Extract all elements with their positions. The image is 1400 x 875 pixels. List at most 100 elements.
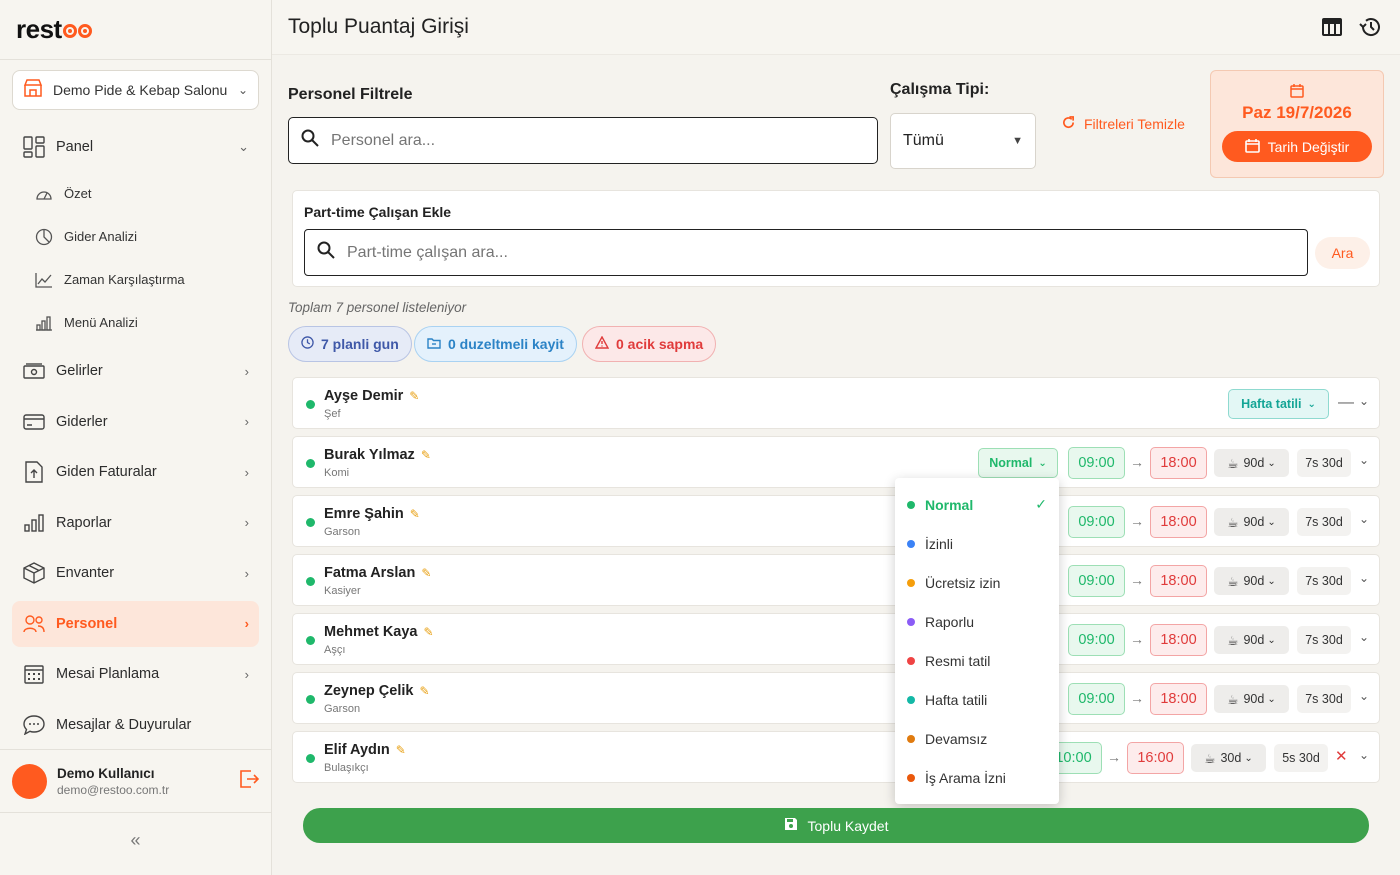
- sidebar-subitem-menu-analizi[interactable]: Menü Analizi: [12, 301, 259, 344]
- total-count: Toplam 7 personel listeleniyor: [288, 300, 467, 315]
- sidebar-item-personel[interactable]: Personel ›: [12, 600, 259, 647]
- status-dropdown[interactable]: Normal ⌄: [978, 448, 1058, 478]
- edit-pencil-icon[interactable]: ✎: [421, 566, 431, 580]
- expand-row-icon[interactable]: ⌄: [1359, 512, 1369, 526]
- status-option-raporlu[interactable]: Raporlu: [895, 602, 1059, 641]
- sidebar-item-label: Mesai Planlama: [56, 666, 160, 682]
- work-type-value: Tümü: [903, 132, 944, 149]
- edited-records-chip[interactable]: 0 duzeltmeli kayit: [414, 326, 577, 362]
- arrow-right-icon: →: [1130, 690, 1144, 706]
- edit-pencil-icon[interactable]: ✎: [396, 743, 406, 757]
- employee-name: Burak Yılmaz: [324, 447, 415, 463]
- edit-pencil-icon[interactable]: ✎: [419, 684, 429, 698]
- employee-row: Burak Yılmaz ✎ Komi Normal ⌄ 09:00 → 18:00…: [292, 436, 1380, 488]
- employee-name: Mehmet Kaya: [324, 624, 418, 640]
- break-dropdown[interactable]: ☕ 30d ⌄: [1191, 744, 1266, 772]
- active-status-dot: [306, 400, 315, 409]
- expand-row-icon[interactable]: ⌄: [1359, 748, 1369, 762]
- personnel-search-input[interactable]: [331, 131, 865, 150]
- sidebar-item-mesajlar-duyurular[interactable]: Mesajlar & Duyurular: [12, 702, 259, 748]
- employee-row: Mehmet Kaya ✎ Aşçı 09:00 → 18:00 ☕ 90d ⌄ 7s…: [292, 613, 1380, 665]
- end-time-input[interactable]: 18:00: [1150, 447, 1207, 479]
- edit-pencil-icon[interactable]: ✎: [410, 507, 420, 521]
- start-time-input[interactable]: 09:00: [1068, 565, 1125, 597]
- expand-row-icon[interactable]: ⌄: [1359, 689, 1369, 703]
- arrow-right-icon: →: [1130, 454, 1144, 470]
- sidebar-subitem-label: Gider Analizi: [64, 229, 137, 244]
- status-dropdown[interactable]: Hafta tatili ⌄: [1228, 389, 1329, 419]
- sidebar-item-giden-faturalar[interactable]: Giden Faturalar ›: [12, 449, 259, 495]
- status-color-dot: [907, 539, 915, 548]
- sidebar-subitem-zaman-karsilastirma[interactable]: Zaman Karşılaştırma: [12, 258, 259, 301]
- chevron-right-icon: ›: [244, 464, 249, 480]
- status-option-normal[interactable]: Normal ✓: [895, 485, 1059, 524]
- sidebar-subitem-ozet[interactable]: Özet: [12, 172, 259, 215]
- end-time-input[interactable]: 18:00: [1150, 683, 1207, 715]
- chat-icon: [22, 714, 46, 736]
- status-color-dot: [907, 695, 915, 704]
- end-time-input[interactable]: 18:00: [1150, 565, 1207, 597]
- parttime-search-button[interactable]: Ara: [1315, 237, 1370, 269]
- planned-days-chip[interactable]: 7 planli gun: [288, 326, 412, 362]
- break-dropdown[interactable]: ☕ 90d ⌄: [1214, 626, 1289, 654]
- user-card: Demo Kullanıcı demo@restoo.com.tr: [0, 749, 271, 813]
- logout-icon[interactable]: [239, 769, 260, 793]
- bulk-save-button[interactable]: Toplu Kaydet: [303, 808, 1369, 843]
- sidebar-item-gelirler[interactable]: Gelirler ›: [12, 348, 259, 394]
- end-time-input[interactable]: 18:00: [1150, 506, 1207, 538]
- sidebar-item-mesai-planlama[interactable]: Mesai Planlama ›: [12, 651, 259, 697]
- start-time-input[interactable]: 09:00: [1068, 447, 1125, 479]
- collapse-sidebar-button[interactable]: «: [0, 830, 271, 851]
- sidebar-item-panel[interactable]: Panel ⌄: [12, 124, 259, 170]
- status-option-ucretsiz-izin[interactable]: Ücretsiz izin: [895, 563, 1059, 602]
- sidebar-item-envanter[interactable]: Envanter ›: [12, 550, 259, 596]
- employee-row: Zeynep Çelik ✎ Garson 09:00 → 18:00 ☕ 90d ⌄…: [292, 672, 1380, 724]
- remove-icon[interactable]: ✕: [1335, 747, 1348, 765]
- start-time-input[interactable]: 09:00: [1068, 683, 1125, 715]
- caret-down-icon: ▼: [1012, 135, 1023, 147]
- sidebar-subitem-gider-analizi[interactable]: Gider Analizi: [12, 215, 259, 258]
- sidebar-item-label: Giderler: [56, 413, 108, 430]
- employee-role: Komi: [324, 467, 350, 479]
- expand-row-icon[interactable]: ⌄: [1359, 453, 1369, 467]
- status-option-hafta-tatili[interactable]: Hafta tatili: [895, 680, 1059, 719]
- end-time-input[interactable]: 16:00: [1127, 742, 1184, 774]
- table-view-icon[interactable]: [1318, 13, 1346, 41]
- expand-row-icon[interactable]: ⌄: [1359, 571, 1369, 585]
- start-time-input[interactable]: 09:00: [1068, 506, 1125, 538]
- expand-row-icon[interactable]: ⌄: [1359, 394, 1369, 408]
- end-time-input[interactable]: 18:00: [1150, 624, 1207, 656]
- sidebar-item-raporlar[interactable]: Raporlar ›: [12, 500, 259, 546]
- sidebar-nav: Panel ⌄ Özet Gider Analizi Zaman Karşıla…: [0, 124, 271, 748]
- break-dropdown[interactable]: ☕ 90d ⌄: [1214, 685, 1289, 713]
- start-time-input[interactable]: 09:00: [1068, 624, 1125, 656]
- chevron-right-icon: ›: [244, 363, 249, 379]
- status-option-izinli[interactable]: İzinli: [895, 524, 1059, 563]
- avatar[interactable]: [12, 763, 47, 799]
- change-date-button[interactable]: Tarih Değiştir: [1222, 131, 1372, 162]
- break-dropdown[interactable]: ☕ 90d ⌄: [1214, 567, 1289, 595]
- sidebar-item-label: Giden Faturalar: [56, 464, 157, 480]
- restoo-logo[interactable]: rest: [0, 0, 271, 60]
- status-option-devamsiz[interactable]: Devamsız: [895, 719, 1059, 758]
- personnel-search[interactable]: [288, 117, 878, 164]
- break-dropdown[interactable]: ☕ 90d ⌄: [1214, 508, 1289, 536]
- status-option-is-arama-izni[interactable]: İş Arama İzni: [895, 758, 1059, 797]
- employee-name: Zeynep Çelik: [324, 683, 414, 699]
- parttime-search[interactable]: [304, 229, 1308, 276]
- edit-pencil-icon[interactable]: ✎: [421, 448, 431, 462]
- edit-pencil-icon[interactable]: ✎: [409, 389, 419, 403]
- sidebar-item-giderler[interactable]: Giderler ›: [12, 399, 259, 445]
- edit-pencil-icon[interactable]: ✎: [423, 625, 433, 639]
- planned-days-label: 7 planli gun: [321, 336, 399, 352]
- clear-filters-button[interactable]: Filtreleri Temizle: [1062, 116, 1185, 132]
- store-icon: [23, 78, 45, 102]
- status-option-resmi-tatil[interactable]: Resmi tatil: [895, 641, 1059, 680]
- parttime-search-input[interactable]: [347, 243, 1295, 262]
- open-deviation-chip[interactable]: 0 acik sapma: [582, 326, 717, 362]
- store-selector[interactable]: Demo Pide & Kebap Salonu ⌄: [12, 70, 259, 110]
- work-type-select[interactable]: Tümü ▼: [890, 113, 1036, 169]
- history-icon[interactable]: [1356, 13, 1384, 41]
- break-dropdown[interactable]: ☕ 90d ⌄: [1214, 449, 1289, 477]
- expand-row-icon[interactable]: ⌄: [1359, 630, 1369, 644]
